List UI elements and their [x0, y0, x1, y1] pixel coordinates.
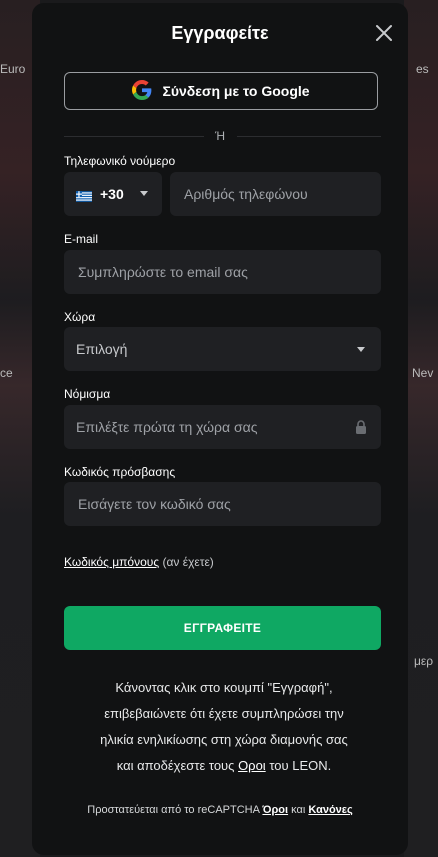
google-icon — [132, 79, 152, 103]
recaptcha-prefix: Προστατεύεται από το reCAPTCHA — [87, 804, 260, 816]
terms-line: επιβεβαιώνετε ότι έχετε συμπληρώσει την — [104, 706, 344, 721]
google-signin-button[interactable]: Σύνδεση με το Google — [64, 72, 378, 110]
register-button[interactable]: ΕΓΓΡΑΦΕΙΤΕ — [64, 606, 381, 650]
country-select[interactable]: Επιλογή — [64, 327, 381, 371]
registration-modal: Εγγραφείτε Σύνδεση με το Google Ή Τηλεφω… — [32, 3, 408, 855]
country-code-select[interactable]: +30 — [64, 172, 162, 216]
background-text: μερ — [414, 654, 434, 668]
terms-line-suffix: του LEON. — [269, 758, 332, 773]
terms-line: και αποδέχεστε τους Οροι του LEON. — [64, 753, 384, 779]
chevron-down-icon — [140, 191, 148, 196]
background-text: Nev — [412, 366, 434, 380]
country-code-value: +30 — [100, 186, 124, 202]
currency-placeholder: Επιλέξτε πρώτα τη χώρα σας — [76, 419, 258, 435]
phone-number-input[interactable] — [182, 185, 381, 203]
greece-flag-icon — [76, 189, 92, 202]
caret-down-icon — [357, 347, 365, 352]
background-text: es — [416, 62, 429, 76]
background-text: ce — [0, 366, 13, 380]
divider-right — [237, 136, 381, 137]
recaptcha-notice: Προστατεύεται από το reCAPTCHA Όροι και … — [32, 804, 408, 816]
background-right-strip — [404, 0, 438, 857]
currency-label: Νόμισμα — [64, 387, 111, 401]
email-input[interactable] — [76, 263, 381, 281]
country-select-value: Επιλογή — [76, 341, 128, 357]
password-field[interactable] — [64, 482, 381, 526]
recaptcha-rules-link[interactable]: Κανόνες — [308, 804, 352, 816]
phone-label: Τηλεφωνικό νούμερο — [64, 154, 176, 168]
bonus-code-row: Κωδικός μπόνους (αν έχετε) — [64, 555, 214, 569]
terms-line: Κάνοντας κλικ στο κουμπί "Εγγραφή", — [115, 680, 333, 695]
country-label: Χώρα — [64, 310, 96, 324]
lock-icon — [355, 420, 367, 437]
terms-line: ηλικία ενηλικίωσης στη χώρα διαμονής σας — [100, 732, 348, 747]
terms-text: Κάνοντας κλικ στο κουμπί "Εγγραφή", επιβ… — [64, 675, 384, 779]
password-label: Κωδικός πρόσβασης — [64, 465, 176, 479]
bonus-code-suffix: (αν έχετε) — [162, 555, 214, 569]
terms-link[interactable]: Οροι — [238, 758, 266, 773]
currency-field: Επιλέξτε πρώτα τη χώρα σας — [64, 405, 381, 449]
modal-title: Εγγραφείτε — [171, 23, 269, 43]
background-text: Euro — [0, 62, 26, 76]
email-field[interactable] — [64, 250, 381, 294]
recaptcha-and: και — [291, 804, 306, 816]
close-icon[interactable] — [374, 23, 394, 43]
phone-number-field[interactable] — [170, 172, 381, 216]
google-signin-label: Σύνδεση με το Google — [162, 83, 310, 99]
password-input[interactable] — [76, 495, 381, 513]
bonus-code-link[interactable]: Κωδικός μπόνους — [64, 555, 159, 569]
recaptcha-terms-link[interactable]: Όροι — [262, 804, 288, 816]
email-label: E-mail — [64, 232, 99, 246]
terms-line-prefix: και αποδέχεστε τους — [116, 758, 235, 773]
